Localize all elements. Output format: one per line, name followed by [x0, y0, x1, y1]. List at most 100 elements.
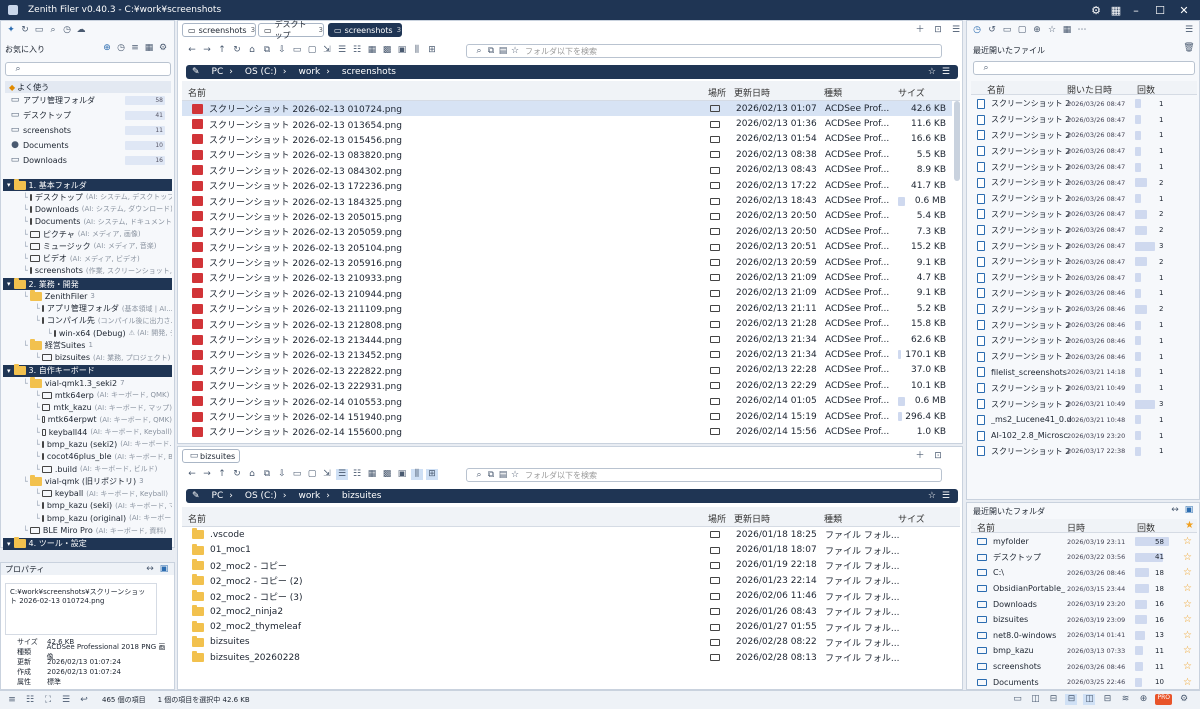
- grid-view-icon[interactable]: ▦: [366, 469, 378, 480]
- forward-icon[interactable]: →: [201, 45, 213, 56]
- new-folder-icon[interactable]: ▭: [291, 45, 303, 56]
- grid-view-icon[interactable]: ▦: [366, 45, 378, 56]
- recent-folder-row[interactable]: bizsuites 2026/03/19 23:09 16 ☆: [971, 612, 1197, 628]
- col-name[interactable]: 名前: [987, 83, 1005, 96]
- recent-file-row[interactable]: スクリーンショット 2022026/03/26 08:46 1: [971, 349, 1197, 365]
- col-date[interactable]: 日時: [1067, 521, 1085, 534]
- recent-file-row[interactable]: スクリーンショット 2022026/03/26 08:47 1: [971, 143, 1197, 159]
- recent-files-search[interactable]: ⌕: [973, 61, 1195, 75]
- clock-icon[interactable]: ◷: [971, 25, 983, 36]
- tree-item[interactable]: └ bizsuites (AI: 業務, プロジェクト): [3, 352, 172, 364]
- star-icon[interactable]: ✦: [5, 25, 17, 36]
- file-row[interactable]: スクリーンショット 2026-02-13 212808.png 2026/02/1…: [182, 316, 952, 331]
- new-folder-icon[interactable]: ▭: [291, 469, 303, 480]
- folder-row[interactable]: bizsuites 2026/02/28 08:22 ファイル フォル...: [182, 635, 952, 650]
- col-count[interactable]: 回数: [1137, 83, 1155, 96]
- tree-item[interactable]: └ ビデオ (AI: メディア, ビデオ): [3, 252, 172, 264]
- tree-item[interactable]: └ .build (AI: キーボード, ビルド): [3, 463, 172, 475]
- folder-icon[interactable]: ▭: [1001, 25, 1013, 36]
- file-row[interactable]: スクリーンショット 2026-02-13 210944.png 2026/02/1…: [182, 286, 952, 301]
- add-tab-icon[interactable]: ＋: [914, 25, 926, 36]
- favorite-star-icon[interactable]: ☆: [928, 67, 936, 77]
- refresh-icon[interactable]: ↻: [231, 45, 243, 56]
- file-row[interactable]: スクリーンショット 2026-02-13 210933.png 2026/02/1…: [182, 270, 952, 285]
- file-row[interactable]: スクリーンショット 2026-02-13 205104.png 2026/02/1…: [182, 240, 952, 255]
- recent-folder-row[interactable]: Documents 2026/03/25 22:46 10 ☆: [971, 674, 1197, 690]
- layers-icon[interactable]: ≋: [1119, 694, 1131, 705]
- breadcrumb-segment[interactable]: screenshots: [342, 67, 396, 77]
- pane1-breadcrumb[interactable]: ✎ PC › OS (C:) › work › screenshots ☆ ☰: [186, 65, 958, 79]
- tab-menu-icon[interactable]: ⊡: [932, 25, 944, 36]
- list-icon[interactable]: ≡: [129, 43, 141, 54]
- list-icon[interactable]: ☰: [942, 67, 950, 77]
- file-row[interactable]: スクリーンショット 2026-02-13 184325.png 2026/02/1…: [182, 193, 952, 208]
- quick-item[interactable]: ▭ アプリ管理フォルダ 58: [5, 93, 171, 108]
- recent-file-row[interactable]: スクリーンショット 2022026/03/26 08:47 1: [971, 128, 1197, 144]
- clock-icon[interactable]: ◷: [115, 43, 127, 54]
- home-icon[interactable]: ⌂: [246, 469, 258, 480]
- tree-item[interactable]: └ keyball (AI: キーボード, Keyball): [3, 488, 172, 500]
- copy-icon[interactable]: ⧉: [261, 45, 273, 56]
- pane2-search-input[interactable]: ⌕ ⧉ ▤ ☆ フォルダ以下を検索: [466, 468, 942, 482]
- back-icon[interactable]: ←: [186, 45, 198, 56]
- folder-row[interactable]: 02_moc2_thymeleaf 2026/01/27 01:55 ファイル フォ…: [182, 619, 952, 634]
- tree-item[interactable]: └ bmp_kazu (original)(AI: キーボー...: [3, 512, 172, 524]
- new-file-icon[interactable]: ▢: [306, 45, 318, 56]
- file-row[interactable]: スクリーンショット 2026-02-13 015456.png 2026/02/1…: [182, 132, 952, 147]
- breadcrumb-segment[interactable]: PC: [212, 491, 224, 501]
- tab-bizsuites[interactable]: ▭ bizsuites: [182, 449, 240, 463]
- star-icon[interactable]: ☆: [1183, 630, 1192, 641]
- pin-icon[interactable]: ⊕: [1031, 25, 1043, 36]
- file-row[interactable]: スクリーンショット 2026-02-14 155600.png 2026/02/1…: [182, 424, 952, 439]
- col-date[interactable]: 更新日時: [734, 86, 770, 99]
- recent-folder-row[interactable]: ObsidianPortable_ 2026/03/15 23:44 18 ☆: [971, 581, 1197, 597]
- layout-vertical-icon[interactable]: ⊟: [1047, 694, 1059, 705]
- file-row[interactable]: スクリーンショット 2026-02-13 222931.png 2026/02/1…: [182, 378, 952, 393]
- tree-item[interactable]: └ mtk_kazu (AI: キーボード, マップ): [3, 401, 172, 413]
- recent-file-row[interactable]: AI-102_2.8_Microsc 2026/03/19 23:20 1: [971, 428, 1197, 444]
- tab-1[interactable]: ▭ デスクトップ 3: [258, 20, 324, 40]
- file-row[interactable]: スクリーンショット 2026-02-13 213452.png 2026/02/1…: [182, 347, 952, 362]
- recent-file-row[interactable]: スクリーンショット 2022026/03/26 08:46 1: [971, 333, 1197, 349]
- breadcrumb-segment[interactable]: OS (C:): [245, 67, 277, 77]
- delete-icon[interactable]: 🗑: [1183, 43, 1195, 54]
- history-icon[interactable]: ↺: [986, 25, 998, 36]
- quick-item[interactable]: ▭ Downloads 16: [5, 153, 171, 168]
- star-icon[interactable]: ☆: [1183, 661, 1192, 672]
- file-row[interactable]: スクリーンショット 2026-02-13 084302.png 2026/02/1…: [182, 163, 952, 178]
- cloud-icon[interactable]: ☁: [75, 25, 87, 36]
- panel-toggle-icon[interactable]: ☰: [1183, 25, 1195, 36]
- col-name[interactable]: 名前: [188, 86, 206, 99]
- col-size[interactable]: サイズ: [898, 86, 925, 99]
- col-name[interactable]: 名前: [188, 512, 206, 525]
- folder-row[interactable]: 02_moc2_ninja2 2026/01/26 08:43 ファイル フォル..…: [182, 604, 952, 619]
- recent-folder-row[interactable]: net8.0-windows 2026/03/14 01:41 13 ☆: [971, 628, 1197, 644]
- copy-icon[interactable]: ⧉: [261, 469, 273, 480]
- back-icon[interactable]: ↩: [78, 695, 90, 706]
- clock-icon[interactable]: ◷: [61, 25, 73, 36]
- col-name[interactable]: 名前: [977, 521, 995, 534]
- tab-2[interactable]: ▭ screenshots 3: [328, 23, 402, 37]
- recent-file-row[interactable]: スクリーンショット 2022026/03/26 08:47 2: [971, 175, 1197, 191]
- file-row[interactable]: スクリーンショット 2026-02-13 222822.png 2026/02/1…: [182, 363, 952, 378]
- large-grid-icon[interactable]: ▩: [381, 469, 393, 480]
- settings-icon[interactable]: ⚙: [1178, 694, 1190, 705]
- column-icon[interactable]: ☰: [60, 695, 72, 706]
- columns-icon[interactable]: ⫼: [411, 469, 423, 480]
- recent-file-row[interactable]: スクリーンショット 2022026/03/26 08:47 1: [971, 191, 1197, 207]
- tree-item[interactable]: └ screenshots (作業, スクリーンショット, ...: [3, 265, 172, 277]
- pin-icon[interactable]: ⊕: [101, 43, 113, 54]
- download-icon[interactable]: ⇩: [276, 45, 288, 56]
- file-row[interactable]: スクリーンショット 2026-02-13 211109.png 2026/02/1…: [182, 301, 952, 316]
- list-icon[interactable]: ≡: [6, 695, 18, 706]
- up-icon[interactable]: ↑: [216, 45, 228, 56]
- star-icon[interactable]: ☆: [1183, 645, 1192, 656]
- star-icon[interactable]: ☆: [1183, 677, 1192, 688]
- file-row[interactable]: スクリーンショット 2026-02-14 010553.png 2026/02/1…: [182, 393, 952, 408]
- tree-section[interactable]: ▾ 4. ツール・設定: [3, 537, 172, 550]
- tree-item[interactable]: └ mtk64erpwt (AI: キーボード, QMK): [3, 414, 172, 426]
- col-date[interactable]: 更新日時: [734, 512, 770, 525]
- pane2-breadcrumb[interactable]: ✎ PC › OS (C:) › work › bizsuites ☆ ☰: [186, 489, 958, 503]
- tree-item[interactable]: └ コンパイル先 (コンパイル後に出力さ...: [3, 315, 172, 327]
- download-icon[interactable]: ⇩: [276, 469, 288, 480]
